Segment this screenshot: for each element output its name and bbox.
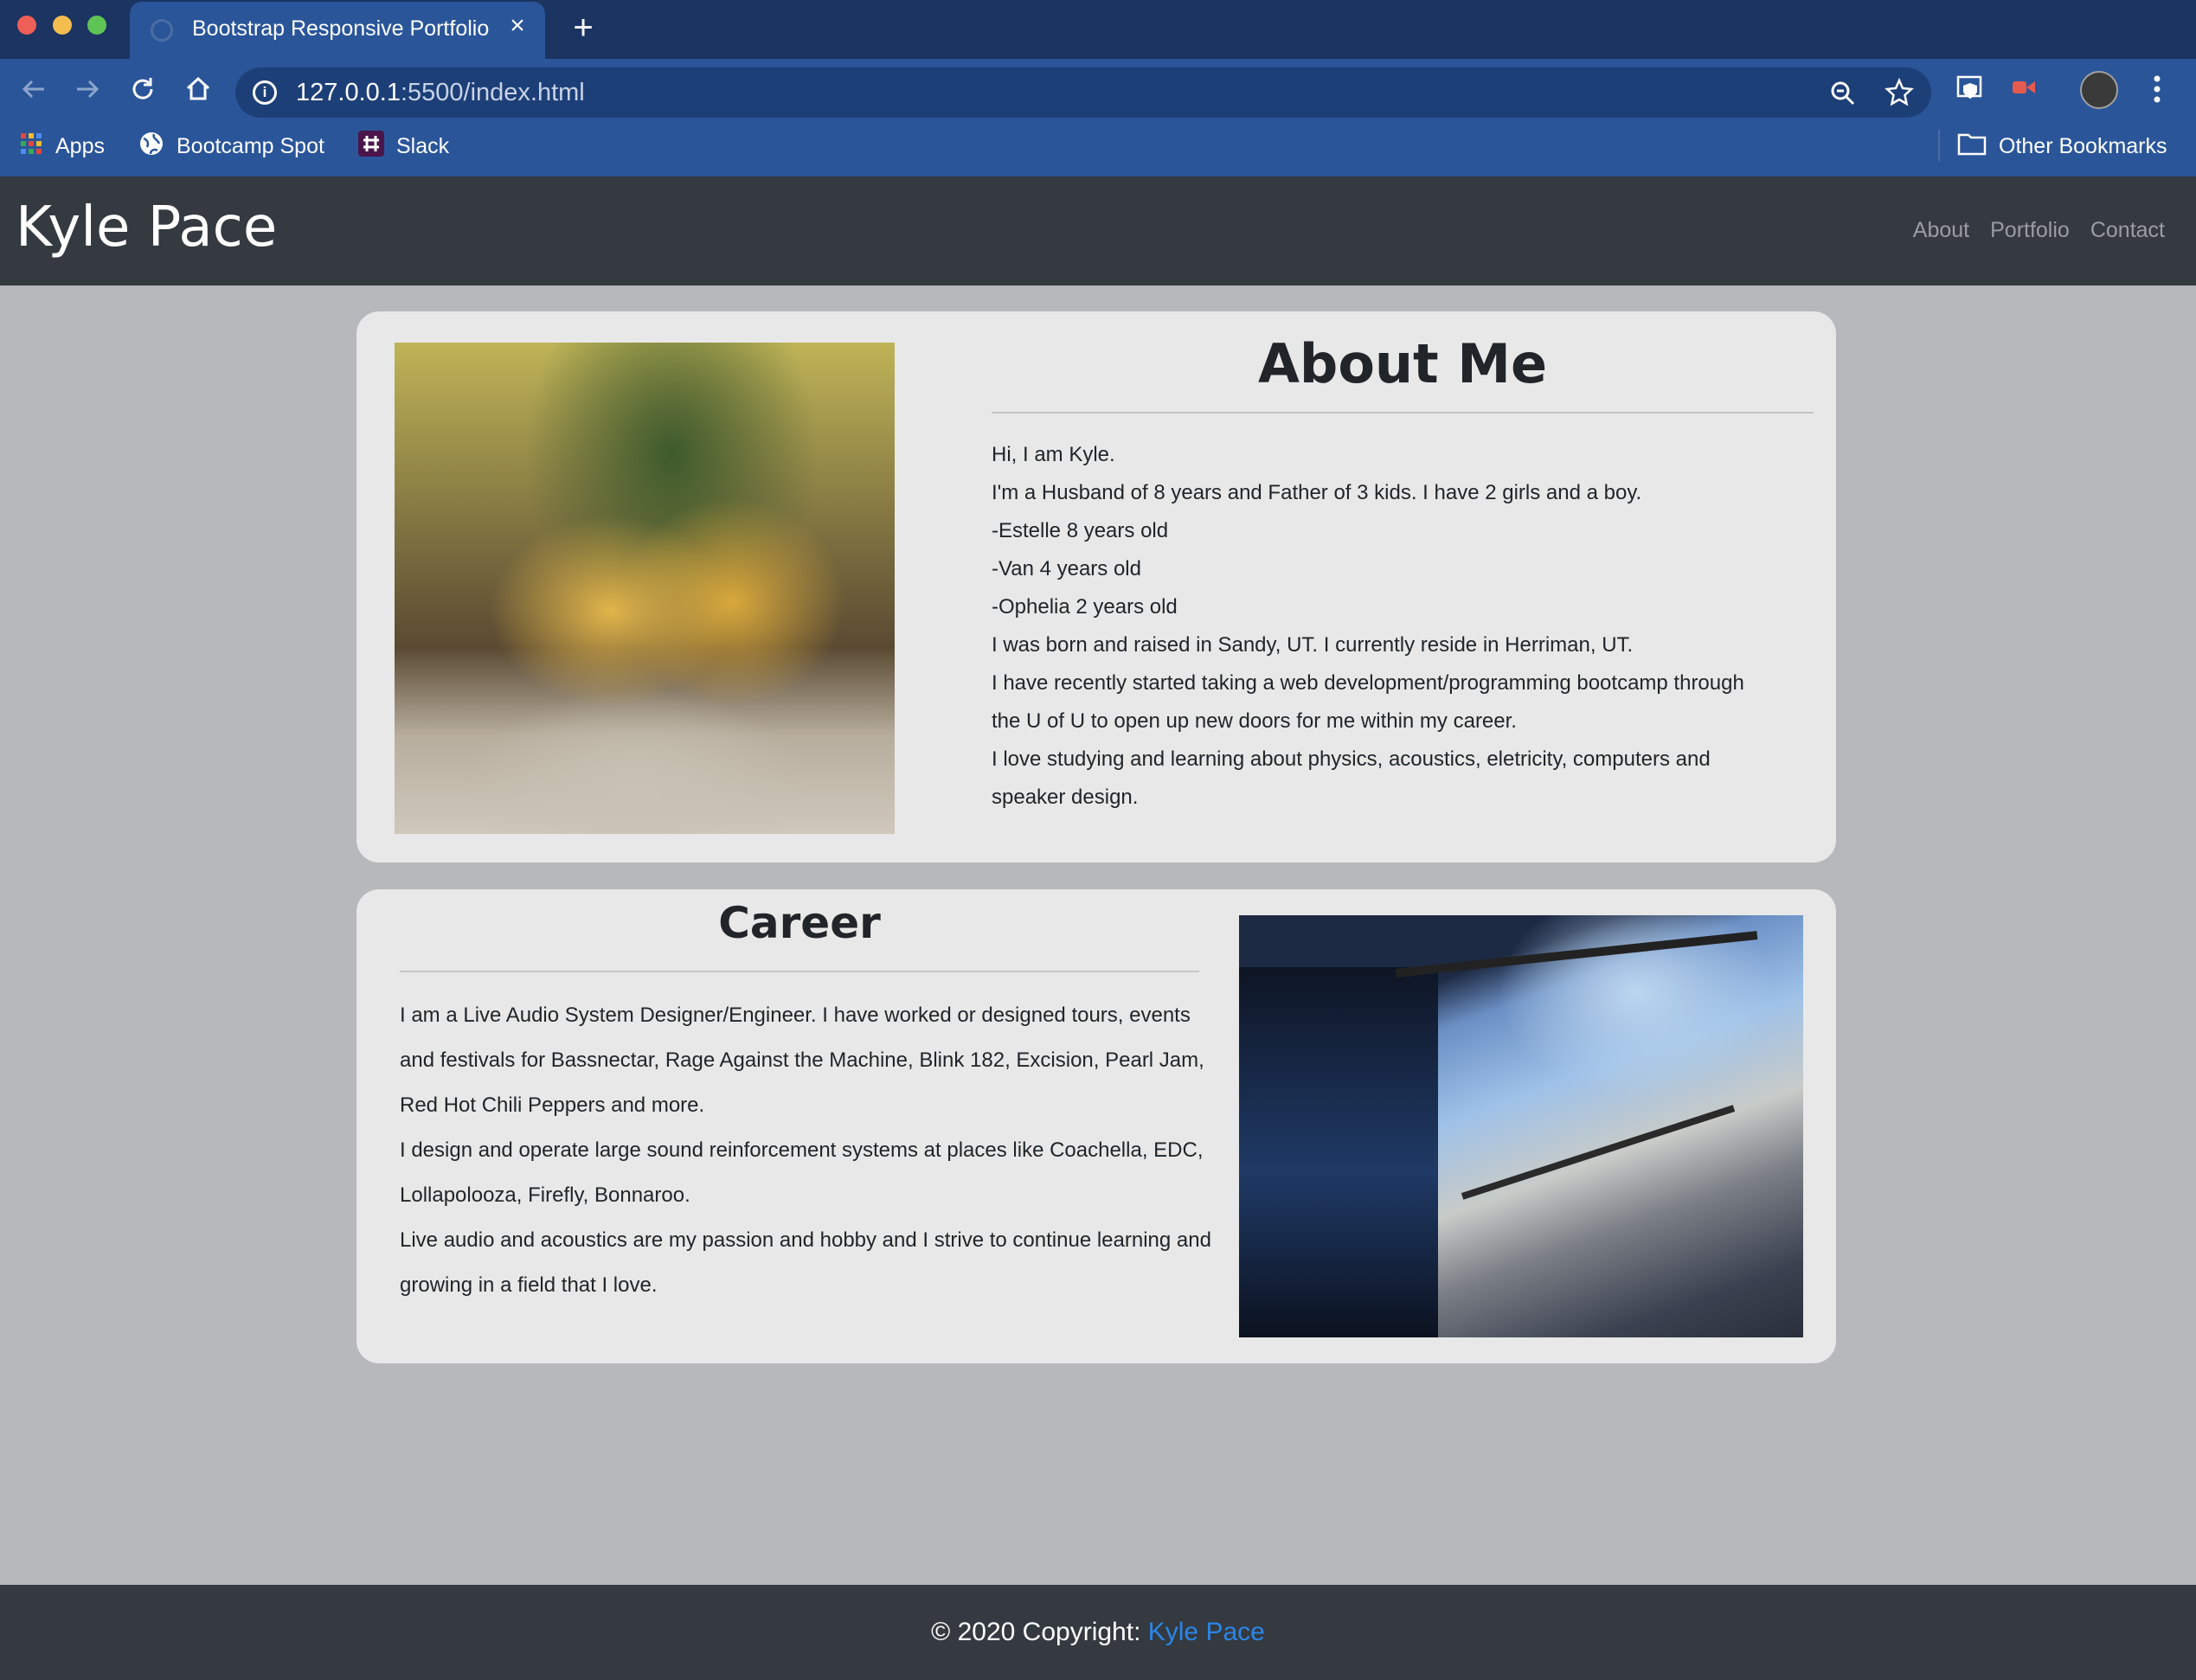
career-title: Career — [718, 898, 881, 948]
profile-avatar[interactable] — [2080, 71, 2118, 109]
browser-toolbar: i 127.0.0.1:5500/index.html Apps Bootcam… — [0, 59, 2196, 176]
career-line: I am a Live Audio System Designer/Engine… — [400, 1004, 1204, 1117]
about-line: I was born and raised in Sandy, UT. I cu… — [992, 633, 1634, 657]
nav-link-portfolio[interactable]: Portfolio — [1990, 218, 2070, 243]
new-tab-button[interactable]: + — [566, 10, 600, 45]
address-bar[interactable]: i 127.0.0.1:5500/index.html — [235, 67, 1931, 118]
career-card: Career I am a Live Audio System Designer… — [356, 889, 1836, 1363]
bookmark-label: Bootcamp Spot — [177, 133, 324, 158]
extension-shield-icon[interactable] — [1952, 69, 1988, 106]
about-text: Hi, I am Kyle. I'm a Husband of 8 years … — [992, 436, 1770, 817]
tab-close-icon[interactable]: × — [504, 12, 531, 40]
about-line: I have recently started taking a web dev… — [992, 671, 1744, 733]
about-line: I'm a Husband of 8 years and Father of 3… — [992, 481, 1642, 504]
bookmark-label: Other Bookmarks — [1999, 133, 2167, 158]
url-text[interactable]: 127.0.0.1:5500/index.html — [296, 79, 585, 107]
about-divider — [992, 412, 1814, 414]
bookmark-slack[interactable]: Slack — [358, 128, 449, 164]
about-line: I love studying and learning about physi… — [992, 747, 1711, 809]
nav-links: About Portfolio Contact — [1913, 218, 2165, 243]
navbar-brand[interactable]: Kyle Pace — [16, 196, 277, 260]
about-line: Hi, I am Kyle. — [992, 443, 1115, 466]
bookmark-label: Slack — [396, 133, 450, 158]
bookmark-apps[interactable]: Apps — [19, 128, 105, 164]
back-icon[interactable] — [16, 71, 52, 107]
site-info-icon[interactable]: i — [253, 80, 277, 105]
browser-titlebar: Bootstrap Responsive Portfolio × + — [0, 0, 2196, 59]
zoom-icon[interactable] — [1829, 80, 1857, 112]
minimize-window-button[interactable] — [53, 16, 72, 35]
close-window-button[interactable] — [17, 16, 36, 35]
career-divider — [400, 971, 1199, 972]
career-line: Live audio and acoustics are my passion … — [400, 1228, 1211, 1297]
slack-icon — [358, 130, 384, 163]
footer-link[interactable]: Kyle Pace — [1148, 1618, 1265, 1646]
stage-photo — [1239, 915, 1803, 1337]
footer-copyright: © 2020 Copyright: Kyle Pace — [0, 1618, 2196, 1647]
extension-video-icon[interactable] — [2006, 69, 2042, 106]
about-line: -Van 4 years old — [992, 557, 1141, 580]
career-text: I am a Live Audio System Designer/Engine… — [400, 993, 1213, 1308]
career-line: I design and operate large sound reinfor… — [400, 1138, 1204, 1207]
bookmark-other-bookmarks[interactable]: Other Bookmarks — [1957, 128, 2167, 164]
apps-grid-icon — [19, 131, 43, 162]
bookmark-star-icon[interactable] — [1885, 77, 1914, 112]
folder-icon — [1957, 131, 1987, 162]
tab-title: Bootstrap Responsive Portfolio — [192, 16, 490, 41]
maximize-window-button[interactable] — [87, 16, 106, 35]
truss — [1461, 1105, 1736, 1200]
forward-icon[interactable] — [69, 71, 106, 107]
reload-icon[interactable] — [125, 71, 161, 107]
about-card: About Me Hi, I am Kyle. I'm a Husband of… — [356, 311, 1836, 862]
footer-copyright-text: © 2020 Copyright: — [931, 1618, 1148, 1646]
about-title: About Me — [1257, 332, 1548, 395]
globe-icon — [138, 131, 164, 163]
nav-link-contact[interactable]: Contact — [2090, 218, 2165, 243]
truss — [1395, 931, 1758, 978]
led-screen — [1239, 967, 1438, 1337]
bookmark-bootcamp-spot[interactable]: Bootcamp Spot — [138, 128, 324, 164]
site-footer: © 2020 Copyright: Kyle Pace — [0, 1585, 2196, 1680]
nav-link-about[interactable]: About — [1913, 218, 1969, 243]
kids-photo — [395, 343, 895, 834]
about-line: -Estelle 8 years old — [992, 519, 1169, 542]
tab-favicon-icon — [151, 19, 173, 42]
site-navbar: Kyle Pace About Portfolio Contact — [0, 176, 2196, 285]
about-line: -Ophelia 2 years old — [992, 595, 1178, 619]
menu-dots-icon[interactable] — [2139, 71, 2175, 107]
browser-tab[interactable]: Bootstrap Responsive Portfolio × — [130, 2, 545, 59]
bookmark-label: Apps — [55, 133, 105, 158]
home-icon[interactable] — [180, 71, 216, 107]
bookmark-divider — [1938, 130, 1940, 161]
